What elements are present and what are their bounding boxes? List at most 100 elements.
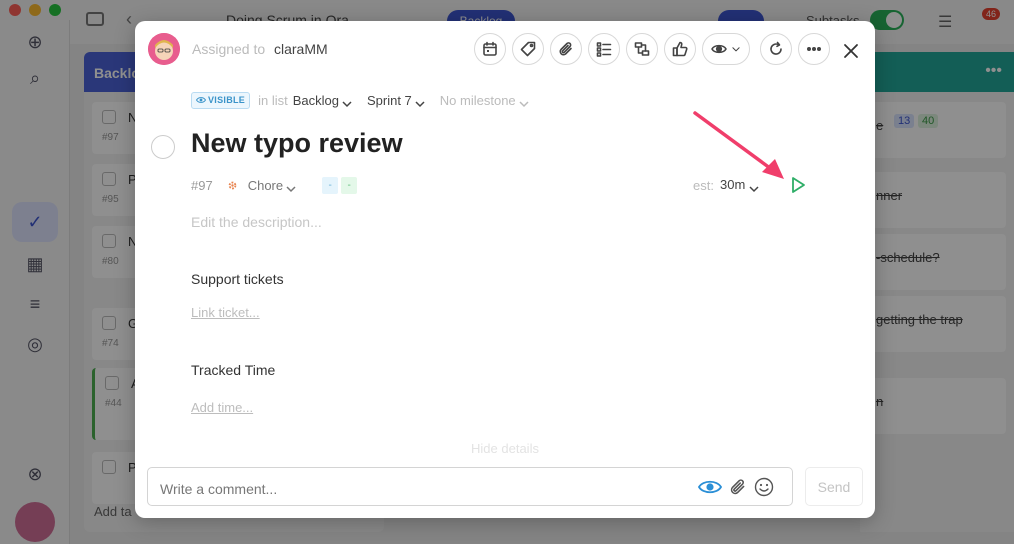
- hide-details-link[interactable]: Hide details: [135, 441, 875, 456]
- list-item[interactable]: nner: [860, 172, 1006, 228]
- task-type-dropdown[interactable]: Chore: [248, 178, 296, 193]
- card-checkbox[interactable]: [102, 460, 116, 474]
- card-title: -schedule?: [876, 250, 940, 265]
- comment-input[interactable]: Write a comment...: [147, 467, 793, 506]
- tags-button[interactable]: [512, 33, 544, 65]
- add-task-link[interactable]: Add ta: [94, 504, 132, 519]
- repeat-icon: [770, 41, 782, 55]
- visibility-label: VISIBLE: [208, 95, 246, 105]
- help-icon[interactable]: ⊗: [23, 462, 47, 486]
- card-title: n: [876, 394, 884, 409]
- card-checkbox[interactable]: [102, 316, 116, 330]
- task-meta-row: VISIBLE in list Backlog Sprint 7 No mile…: [191, 91, 529, 109]
- card-number: #97: [102, 132, 119, 143]
- list-dropdown[interactable]: Backlog: [293, 93, 352, 108]
- start-timer-button[interactable]: [788, 175, 808, 195]
- list-item[interactable]: n: [860, 378, 1006, 434]
- like-button[interactable]: [664, 33, 696, 65]
- list-item[interactable]: -schedule?: [860, 234, 1006, 290]
- annotation-arrow: [693, 111, 784, 179]
- eye-icon: [196, 97, 206, 103]
- count-badge: 40: [918, 114, 939, 128]
- reports-nav-icon[interactable]: ◎: [23, 332, 47, 356]
- send-button[interactable]: Send: [805, 467, 863, 506]
- close-modal-button[interactable]: [839, 39, 863, 63]
- task-id: #97: [191, 177, 213, 193]
- list-item[interactable]: getting the trap: [860, 296, 1006, 352]
- column-more-icon[interactable]: •••: [860, 52, 1014, 92]
- close-icon: [844, 44, 858, 58]
- in-list-label: in list: [258, 92, 288, 108]
- right-column: ••• e 13 40 nner -schedule? getting the …: [860, 52, 1014, 532]
- list-item[interactable]: e 13 40: [860, 102, 1006, 158]
- tag-chip[interactable]: -: [322, 176, 339, 194]
- paperclip-icon[interactable]: [729, 478, 747, 496]
- task-title[interactable]: New typo review: [191, 128, 403, 159]
- new-item-icon[interactable]: ⊕: [23, 30, 47, 54]
- window-minimize-dot[interactable]: [29, 4, 41, 16]
- relations-icon: [634, 42, 650, 56]
- eye-icon: [711, 44, 727, 54]
- card-checkbox[interactable]: [102, 110, 116, 124]
- watch-dropdown-button[interactable]: [702, 33, 750, 65]
- emoji-icon[interactable]: [754, 477, 774, 497]
- milestone-name: No milestone: [439, 92, 516, 108]
- card-number: #74: [102, 338, 119, 349]
- chevron-down-icon: [286, 181, 296, 193]
- sprint-name: Sprint 7: [366, 92, 412, 108]
- chevron-down-icon: [342, 96, 352, 108]
- tag-icon: [520, 41, 536, 57]
- card-title: getting the trap: [876, 312, 963, 327]
- calendar-icon: [483, 41, 497, 56]
- link-ticket-link[interactable]: Link ticket...: [191, 305, 260, 320]
- visibility-badge[interactable]: VISIBLE: [191, 91, 251, 109]
- tracked-time-title: Tracked Time: [191, 362, 276, 378]
- list-menu-icon[interactable]: ☰: [938, 12, 952, 32]
- back-chevron-icon[interactable]: ‹: [126, 9, 132, 30]
- assigned-prefix: Assigned to: [192, 41, 266, 57]
- subtasks-toggle[interactable]: [870, 10, 904, 30]
- milestone-dropdown[interactable]: No milestone: [440, 93, 529, 108]
- tag-chip[interactable]: -: [341, 176, 358, 194]
- sprint-dropdown[interactable]: Sprint 7: [367, 93, 425, 108]
- complete-task-checkbox[interactable]: [151, 135, 175, 159]
- attach-button[interactable]: [550, 33, 582, 65]
- due-date-button[interactable]: [474, 33, 506, 65]
- gear-icon: [228, 181, 237, 189]
- assignee-avatar[interactable]: [148, 33, 180, 65]
- user-avatar[interactable]: [15, 502, 55, 542]
- add-time-link[interactable]: Add time...: [191, 400, 253, 415]
- task-detail-modal: Assigned to claraMM VISIBLE in list Back…: [135, 21, 875, 518]
- relations-button[interactable]: [626, 33, 658, 65]
- checklist-button[interactable]: [588, 33, 620, 65]
- window-close-dot[interactable]: [9, 4, 21, 16]
- paperclip-icon: [559, 42, 572, 56]
- assignee-name[interactable]: claraMM: [274, 41, 328, 57]
- card-checkbox[interactable]: [102, 234, 116, 248]
- calendar-nav-icon[interactable]: ▦: [23, 252, 47, 276]
- description-field[interactable]: Edit the description...: [191, 214, 322, 230]
- card-number: #44: [105, 398, 122, 409]
- search-icon[interactable]: ⌕: [23, 66, 47, 90]
- chevron-down-icon: [415, 96, 425, 108]
- card-number: #95: [102, 194, 119, 205]
- eye-icon[interactable]: [698, 478, 722, 496]
- tasks-icon[interactable]: ✓: [23, 210, 47, 234]
- card-checkbox[interactable]: [105, 376, 119, 390]
- card-checkbox[interactable]: [102, 172, 116, 186]
- task-type: Chore: [247, 177, 284, 193]
- lists-nav-icon[interactable]: ≡: [23, 292, 47, 316]
- chevron-down-icon: [519, 96, 529, 108]
- notification-badge[interactable]: 46: [982, 8, 1001, 20]
- more-options-button[interactable]: [798, 33, 830, 65]
- card-title: nner: [876, 188, 903, 203]
- support-tickets-title: Support tickets: [191, 271, 284, 287]
- sidebar-toggle-icon[interactable]: [86, 12, 104, 26]
- comment-placeholder: Write a comment...: [160, 481, 278, 497]
- more-icon: [806, 47, 822, 52]
- left-sidebar: ⊕ ⌕ ✓ ▦ ≡ ◎ ⊗: [0, 20, 70, 544]
- repeat-button[interactable]: [760, 33, 792, 65]
- task-info-row: #97 Chore - -: [191, 176, 358, 194]
- chevron-down-icon: [732, 47, 740, 52]
- window-zoom-dot[interactable]: [49, 4, 61, 16]
